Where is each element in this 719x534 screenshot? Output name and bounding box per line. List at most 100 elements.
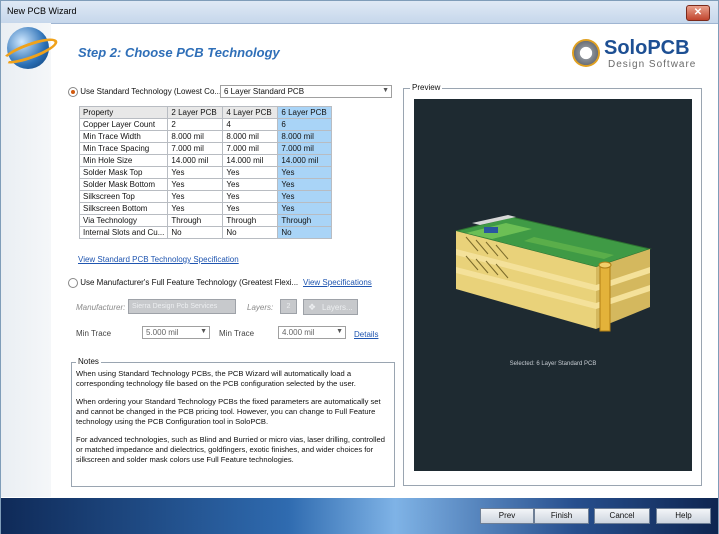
table-row[interactable]: Copper Layer Count 2 4 6 xyxy=(78,118,333,131)
brand-name: SoloPCB xyxy=(604,37,690,59)
table-cell: No xyxy=(167,226,224,239)
notes-paragraph: When ordering your Standard Technology P… xyxy=(76,397,381,426)
table-row[interactable]: Via Technology Through Through Through xyxy=(78,214,333,227)
manufacturer-label: Manufacturer: xyxy=(76,303,126,312)
table-cell: Yes xyxy=(222,190,279,203)
table-cell: 8.000 mil xyxy=(167,130,224,143)
table-cell: Yes xyxy=(167,178,224,191)
standard-pcb-select[interactable]: 6 Layer Standard PCB ▼ xyxy=(220,85,392,98)
finish-button[interactable]: Finish xyxy=(534,508,589,524)
standard-spec-link[interactable]: View Standard PCB Technology Specificati… xyxy=(78,255,239,264)
property-name-cell: Silkscreen Top xyxy=(78,190,169,203)
min-trace-select[interactable]: 5.000 mil ▼ xyxy=(142,326,210,339)
standard-pcb-select-value: 6 Layer Standard PCB xyxy=(224,87,305,96)
chevron-down-icon: ▼ xyxy=(200,328,207,335)
title-bar: New PCB Wizard ✕ xyxy=(1,1,718,24)
prev-button[interactable]: Prev xyxy=(480,508,534,524)
layers-button[interactable]: ❖ Layers... xyxy=(303,299,358,315)
cancel-button[interactable]: Cancel xyxy=(594,508,650,524)
table-cell: 2 xyxy=(167,118,224,131)
full-spec-link[interactable]: View Specifications xyxy=(303,278,372,287)
table-row[interactable]: Solder Mask Bottom Yes Yes Yes xyxy=(78,178,333,191)
min-trace-2-value: 4.000 mil xyxy=(282,328,315,337)
selected-column-cell: Yes xyxy=(277,166,333,179)
table-cell: 7.000 mil xyxy=(167,142,224,155)
brand-logo: SoloPCB Design Software xyxy=(570,37,710,73)
min-trace-label: Min Trace xyxy=(76,329,112,338)
close-button[interactable]: ✕ xyxy=(686,5,710,21)
technology-table: Property 2 Layer PCB 4 Layer PCB 6 Layer… xyxy=(78,106,333,239)
table-row[interactable]: Internal Slots and Cu... No No No xyxy=(78,226,333,239)
table-cell: 8.000 mil xyxy=(222,130,279,143)
preview-legend: Preview xyxy=(410,83,443,92)
column-header[interactable]: 4 Layer PCB xyxy=(222,106,279,119)
table-row[interactable]: Min Trace Spacing 7.000 mil 7.000 mil 7.000… xyxy=(78,142,333,155)
column-header-selected[interactable]: 6 Layer PCB xyxy=(277,106,333,119)
property-name-cell: Min Hole Size xyxy=(78,154,169,167)
property-name-cell: Copper Layer Count xyxy=(78,118,169,131)
property-name-cell: Min Trace Spacing xyxy=(78,142,169,155)
table-cell: Through xyxy=(167,214,224,227)
manufacturer-field[interactable]: Sierra Design Pcb Services xyxy=(128,299,236,314)
full-tech-radio[interactable] xyxy=(68,278,78,288)
preview-group: Preview Selected: 6 Layer Standard PCB xyxy=(403,83,702,486)
table-row[interactable]: Min Hole Size 14.000 mil 14.000 mil 14.000 … xyxy=(78,154,333,167)
table-cell: Yes xyxy=(167,190,224,203)
selected-column-cell: Yes xyxy=(277,202,333,215)
table-cell: Yes xyxy=(222,202,279,215)
table-cell: Yes xyxy=(167,202,224,215)
standard-tech-radio[interactable] xyxy=(68,87,78,97)
table-cell: Yes xyxy=(222,166,279,179)
table-row[interactable]: Solder Mask Top Yes Yes Yes xyxy=(78,166,333,179)
table-cell: Yes xyxy=(167,166,224,179)
standard-tech-option[interactable]: Use Standard Technology (Lowest Co... xyxy=(68,87,221,97)
standard-tech-label: Use Standard Technology (Lowest Co... xyxy=(80,87,222,97)
property-name-cell: Solder Mask Bottom xyxy=(78,178,169,191)
property-name-cell: Via Technology xyxy=(78,214,169,227)
layers-label: Layers: xyxy=(247,303,274,312)
column-header[interactable]: Property xyxy=(78,106,169,119)
selected-column-cell: 7.000 mil xyxy=(277,142,333,155)
property-name-cell: Min Trace Width xyxy=(78,130,169,143)
notes-paragraph: For advanced technologies, such as Blind… xyxy=(76,435,385,464)
selected-column-cell: 6 xyxy=(277,118,333,131)
table-header-row: Property 2 Layer PCB 4 Layer PCB 6 Layer… xyxy=(78,106,333,119)
selected-column-cell: 14.000 mil xyxy=(277,154,333,167)
selected-column-cell: Through xyxy=(277,214,333,227)
min-trace-2-select[interactable]: 4.000 mil ▼ xyxy=(278,326,346,339)
wizard-window: New PCB Wizard ✕ Step 2: Choose PCB Tech… xyxy=(0,0,719,534)
layers-field[interactable]: 2 xyxy=(280,299,297,314)
chevron-down-icon: ▼ xyxy=(336,328,343,335)
table-row[interactable]: Min Trace Width 8.000 mil 8.000 mil 8.000 m… xyxy=(78,130,333,143)
left-strip xyxy=(1,23,51,497)
layers-icon: ❖ xyxy=(308,302,317,312)
min-trace-value: 5.000 mil xyxy=(146,328,179,337)
table-cell: 4 xyxy=(222,118,279,131)
preview-caption: Selected: 6 Layer Standard PCB xyxy=(509,361,597,367)
details-link[interactable]: Details xyxy=(354,330,378,339)
table-cell: Yes xyxy=(222,178,279,191)
brand-tagline: Design Software xyxy=(608,59,697,70)
table-cell: No xyxy=(222,226,279,239)
chevron-down-icon: ▼ xyxy=(382,87,389,94)
table-row[interactable]: Silkscreen Top Yes Yes Yes xyxy=(78,190,333,203)
property-name-cell: Silkscreen Bottom xyxy=(78,202,169,215)
page-title: Step 2: Choose PCB Technology xyxy=(78,45,280,60)
full-tech-option[interactable]: Use Manufacturer's Full Feature Technolo… xyxy=(68,278,298,288)
property-name-cell: Internal Slots and Cu... xyxy=(78,226,169,239)
pcb-3d-render xyxy=(455,215,652,332)
property-name-cell: Solder Mask Top xyxy=(78,166,169,179)
table-row[interactable]: Silkscreen Bottom Yes Yes Yes xyxy=(78,202,333,215)
preview-canvas: Selected: 6 Layer Standard PCB xyxy=(414,99,692,471)
column-header[interactable]: 2 Layer PCB xyxy=(167,106,224,119)
full-tech-label: Use Manufacturer's Full Feature Technolo… xyxy=(80,278,299,288)
selected-column-cell: Yes xyxy=(277,178,333,191)
notes-legend: Notes xyxy=(76,357,101,366)
globe-logo-icon xyxy=(7,27,49,69)
table-cell: 14.000 mil xyxy=(222,154,279,167)
table-cell: 14.000 mil xyxy=(167,154,224,167)
notes-group: Notes When using Standard Technology PCB… xyxy=(71,357,395,487)
selected-column-cell: 8.000 mil xyxy=(277,130,333,143)
selected-column-cell: No xyxy=(277,226,333,239)
help-button[interactable]: Help xyxy=(656,508,711,524)
